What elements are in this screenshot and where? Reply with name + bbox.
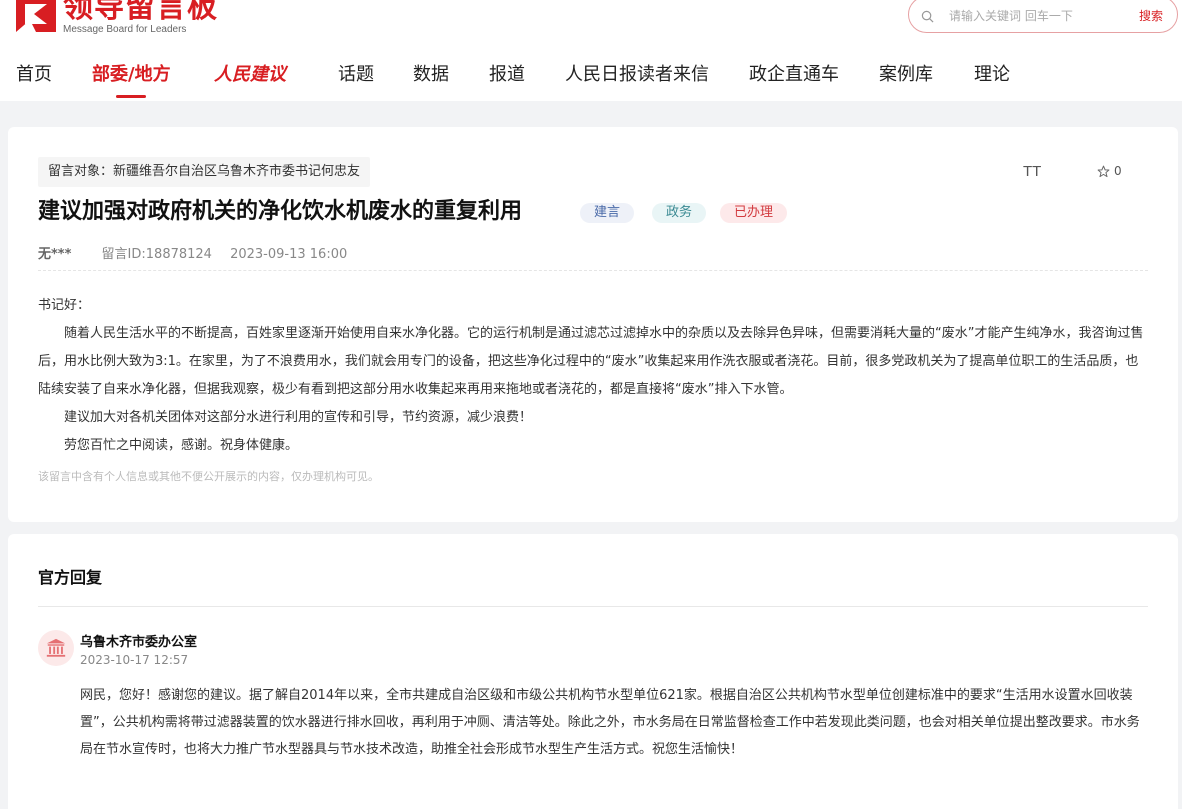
nav-active-indicator bbox=[116, 95, 146, 98]
nav-gov-enterprise[interactable]: 政企直通车 bbox=[749, 62, 839, 88]
message-greeting: 书记好： bbox=[38, 298, 91, 313]
divider bbox=[38, 606, 1148, 607]
search-box: 搜索 bbox=[908, 0, 1178, 33]
message-paragraph: 劳您百忙之中阅读，感谢。祝身体健康。 bbox=[64, 438, 299, 453]
privacy-note: 该留言中含有个人信息或其他不便公开展示的内容，仅办理机构可见。 bbox=[38, 470, 379, 483]
avatar bbox=[38, 630, 74, 666]
search-icon bbox=[921, 10, 934, 23]
nav-theory[interactable]: 理论 bbox=[974, 62, 1010, 88]
site-logo[interactable]: 领导留言板 Message Board for Leaders bbox=[16, 0, 218, 36]
nav-case-library[interactable]: 案例库 bbox=[879, 62, 933, 88]
message-paragraph: 建议加大对各机关团体对这部分水进行利用的宣传和引导，节约资源，减少浪费！ bbox=[64, 410, 533, 425]
reply-time: 2023-10-17 12:57 bbox=[80, 653, 189, 667]
nav-ministries-local[interactable]: 部委/地方 bbox=[92, 62, 171, 88]
site-header: 领导留言板 Message Board for Leaders 搜索 首页 部委… bbox=[0, 0, 1182, 101]
reply-organization: 乌鲁木齐市委办公室 bbox=[80, 635, 198, 650]
reply-heading: 官方回复 bbox=[38, 568, 103, 587]
favorite-count: 0 bbox=[1114, 164, 1122, 178]
font-size-icon[interactable]: TT bbox=[1023, 163, 1041, 180]
reply-card: 官方回复 乌鲁木齐市委办公室 2023-10-17 12:57 网民，您好！感谢… bbox=[8, 534, 1178, 809]
message-id: 留言ID:18878124 bbox=[101, 247, 212, 262]
message-card: 留言对象：新疆维吾尔自治区乌鲁木齐市委书记何忠友 TT 0 建议加强对政府机关的… bbox=[8, 127, 1178, 522]
nav-readers-letters[interactable]: 人民日报读者来信 bbox=[565, 62, 709, 88]
message-target: 留言对象：新疆维吾尔自治区乌鲁木齐市委书记何忠友 bbox=[38, 157, 371, 187]
nav-topics[interactable]: 话题 bbox=[338, 62, 374, 88]
main-nav: 首页 部委/地方 人民建议 话题 数据 报道 人民日报读者来信 政企直通车 案例… bbox=[0, 62, 1182, 98]
reply-content: 网民，您好！感谢您的建议。据了解自2014年以来，全市共建成自治区级和市级公共机… bbox=[80, 688, 1140, 757]
nav-people-suggestions[interactable]: 人民建议 bbox=[214, 62, 286, 88]
nav-reports[interactable]: 报道 bbox=[489, 62, 525, 88]
message-time: 2023-09-13 16:00 bbox=[230, 247, 348, 262]
nav-data[interactable]: 数据 bbox=[413, 62, 449, 88]
logo-subtitle: Message Board for Leaders bbox=[63, 24, 187, 35]
favorite-button[interactable]: 0 bbox=[1097, 164, 1122, 178]
message-author: 无*** bbox=[38, 247, 72, 262]
tag-suggestion[interactable]: 建言 bbox=[580, 203, 635, 223]
government-building-icon bbox=[46, 638, 66, 657]
message-body: 书记好： 随着人民生活水平的不断提高，百姓家里逐渐开始使用自来水净化器。它的运行… bbox=[38, 292, 1150, 460]
tag-government-affairs[interactable]: 政务 bbox=[652, 203, 707, 223]
star-icon bbox=[1097, 165, 1110, 177]
logo-icon bbox=[16, 0, 56, 32]
search-button[interactable]: 搜索 bbox=[1139, 7, 1163, 24]
logo-title: 领导留言板 bbox=[63, 0, 218, 25]
search-input[interactable] bbox=[949, 7, 1119, 25]
message-paragraph: 随着人民生活水平的不断提高，百姓家里逐渐开始使用自来水净化器。它的运行机制是通过… bbox=[38, 326, 1144, 397]
message-meta: 无*** 留言ID:18878124 2023-09-13 16:00 bbox=[38, 243, 361, 262]
nav-home[interactable]: 首页 bbox=[16, 62, 52, 88]
message-title: 建议加强对政府机关的净化饮水机废水的重复利用 bbox=[38, 199, 523, 224]
status-badge: 已办理 bbox=[720, 203, 788, 223]
divider bbox=[38, 270, 1148, 271]
